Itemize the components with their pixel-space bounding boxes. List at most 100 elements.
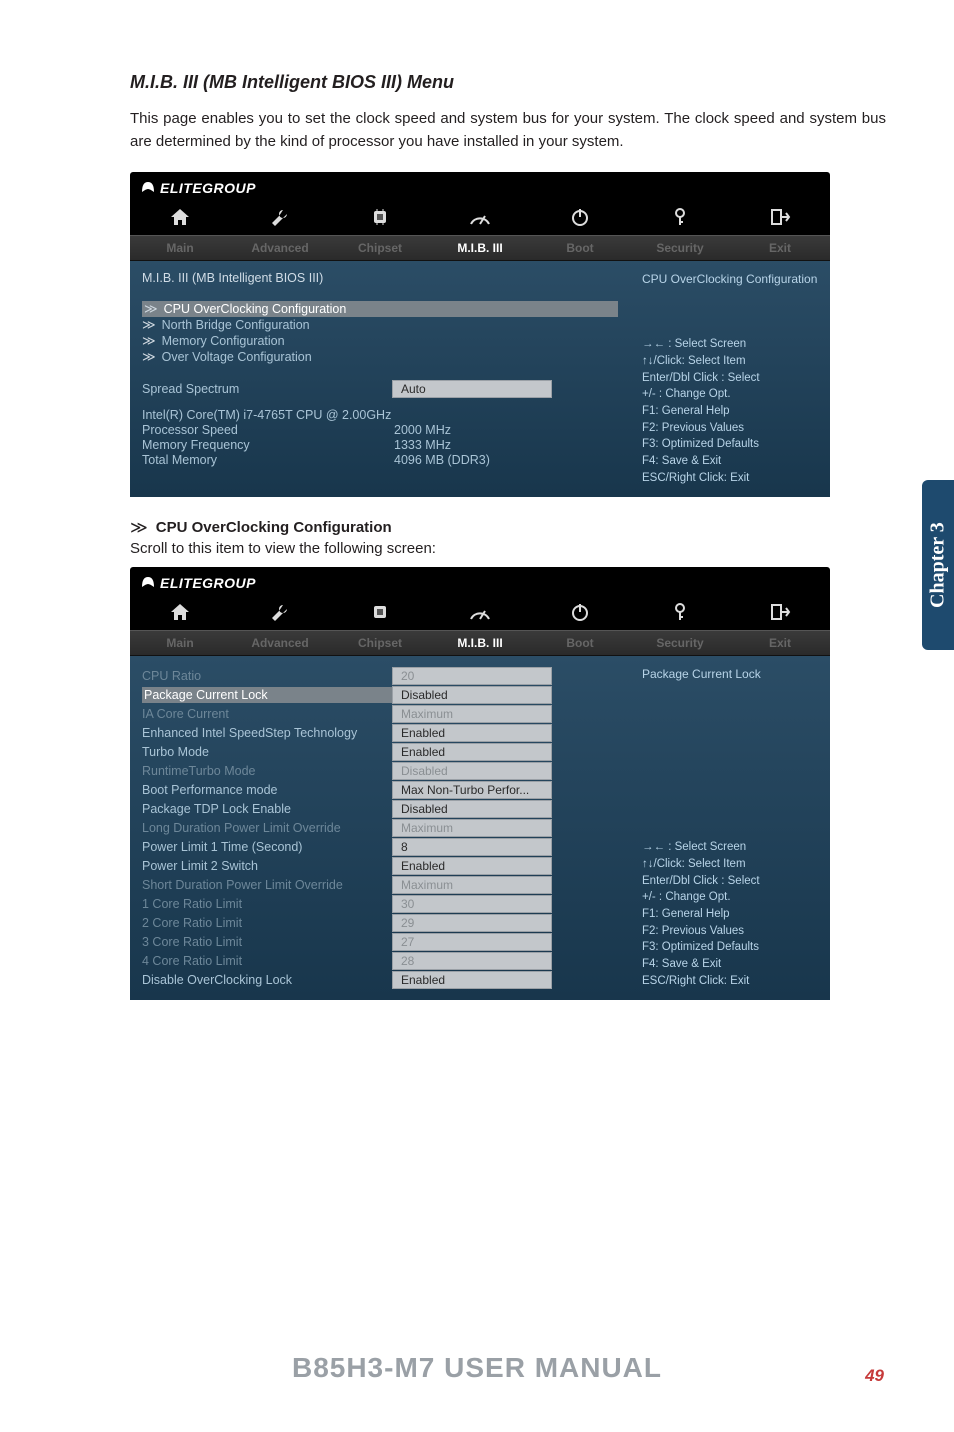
row-value[interactable]: Maximum bbox=[392, 819, 552, 837]
subsection-title: CPU OverClocking Configuration bbox=[156, 519, 392, 536]
tab-main[interactable]: Main bbox=[130, 631, 230, 655]
config-row[interactable]: Enhanced Intel SpeedStep TechnologyEnabl… bbox=[142, 724, 618, 742]
chevron-right-icon: ≫ bbox=[142, 350, 156, 363]
chevron-right-icon: ≫ bbox=[142, 334, 156, 347]
help-keys: →← : Select Screen ↑↓/Click: Select Item… bbox=[642, 839, 818, 989]
row-value[interactable]: Max Non-Turbo Perfor... bbox=[392, 781, 552, 799]
row-label: Disable OverClocking Lock bbox=[142, 973, 392, 987]
chevron-right-icon: ≫ bbox=[130, 519, 148, 536]
brand-text: ELITEGROUP bbox=[160, 575, 256, 591]
power-icon bbox=[570, 207, 590, 227]
menu-label: North Bridge Configuration bbox=[162, 318, 310, 332]
row-label: Total Memory bbox=[142, 453, 392, 467]
bios-tab-row: Main Advanced Chipset M.I.B. III Boot Se… bbox=[130, 630, 830, 656]
row-value[interactable]: Enabled bbox=[392, 743, 552, 761]
config-row[interactable]: 2 Core Ratio Limit29 bbox=[142, 914, 618, 932]
row-value[interactable]: Auto bbox=[392, 380, 552, 398]
config-row[interactable]: Boot Performance modeMax Non-Turbo Perfo… bbox=[142, 781, 618, 799]
help-keys: →← : Select Screen ↑↓/Click: Select Item… bbox=[642, 336, 818, 486]
chip-icon bbox=[369, 207, 391, 227]
config-row[interactable]: Disable OverClocking LockEnabled bbox=[142, 971, 618, 989]
subsection-desc: Scroll to this item to view the followin… bbox=[130, 540, 886, 557]
tab-exit[interactable]: Exit bbox=[730, 631, 830, 655]
row-value[interactable]: Disabled bbox=[392, 686, 552, 704]
key-icon bbox=[670, 207, 690, 227]
menu-label: Memory Configuration bbox=[162, 334, 285, 348]
tab-chipset[interactable]: Chipset bbox=[330, 631, 430, 655]
row-value[interactable]: Maximum bbox=[392, 705, 552, 723]
row-label: Enhanced Intel SpeedStep Technology bbox=[142, 726, 392, 740]
bios1-subhead: M.I.B. III (MB Intelligent BIOS III) bbox=[142, 271, 618, 285]
menu-cpu-overclocking[interactable]: ≫ CPU OverClocking Configuration bbox=[142, 301, 618, 317]
row-cpu-model: Intel(R) Core(TM) i7-4765T CPU @ 2.00GHz bbox=[142, 408, 618, 422]
menu-memory-config[interactable]: ≫ Memory Configuration bbox=[142, 333, 618, 349]
row-label: Long Duration Power Limit Override bbox=[142, 821, 392, 835]
tab-boot[interactable]: Boot bbox=[530, 236, 630, 260]
tab-advanced[interactable]: Advanced bbox=[230, 236, 330, 260]
config-row[interactable]: Package TDP Lock EnableDisabled bbox=[142, 800, 618, 818]
row-value[interactable]: Enabled bbox=[392, 857, 552, 875]
key-icon bbox=[670, 602, 690, 622]
row-value[interactable]: Disabled bbox=[392, 762, 552, 780]
row-value[interactable]: 8 bbox=[392, 838, 552, 856]
row-value[interactable]: 20 bbox=[392, 667, 552, 685]
config-row[interactable]: CPU Ratio20 bbox=[142, 667, 618, 685]
config-row[interactable]: Turbo ModeEnabled bbox=[142, 743, 618, 761]
config-row[interactable]: Package Current LockDisabled bbox=[142, 686, 618, 704]
footer-title: B85H3-M7 USER MANUAL bbox=[0, 1352, 954, 1384]
row-value[interactable]: 30 bbox=[392, 895, 552, 913]
row-value[interactable]: Enabled bbox=[392, 971, 552, 989]
tab-chipset[interactable]: Chipset bbox=[330, 236, 430, 260]
config-row[interactable]: 3 Core Ratio Limit27 bbox=[142, 933, 618, 951]
page-number: 49 bbox=[865, 1366, 884, 1386]
row-label: Power Limit 1 Time (Second) bbox=[142, 840, 392, 854]
row-processor-speed: Processor Speed 2000 MHz bbox=[142, 423, 618, 437]
tab-mib[interactable]: M.I.B. III bbox=[430, 236, 530, 260]
brand-logo-icon bbox=[140, 180, 156, 197]
tab-security[interactable]: Security bbox=[630, 236, 730, 260]
row-label: Spread Spectrum bbox=[142, 382, 392, 396]
brand-logo-icon bbox=[140, 575, 156, 592]
row-value[interactable]: 29 bbox=[392, 914, 552, 932]
tab-icon-row bbox=[130, 199, 830, 235]
row-value[interactable]: Enabled bbox=[392, 724, 552, 742]
config-row[interactable]: IA Core CurrentMaximum bbox=[142, 705, 618, 723]
help-description: CPU OverClocking Configuration bbox=[642, 271, 818, 288]
tab-exit[interactable]: Exit bbox=[730, 236, 830, 260]
row-memory-frequency: Memory Frequency 1333 MHz bbox=[142, 438, 618, 452]
row-value[interactable]: Maximum bbox=[392, 876, 552, 894]
tab-boot[interactable]: Boot bbox=[530, 631, 630, 655]
row-total-memory: Total Memory 4096 MB (DDR3) bbox=[142, 453, 618, 467]
config-row[interactable]: 1 Core Ratio Limit30 bbox=[142, 895, 618, 913]
chip-icon bbox=[369, 602, 391, 622]
tab-security[interactable]: Security bbox=[630, 631, 730, 655]
row-spread-spectrum[interactable]: Spread Spectrum Auto bbox=[142, 380, 618, 398]
row-label: Package Current Lock bbox=[142, 687, 392, 703]
config-row[interactable]: RuntimeTurbo ModeDisabled bbox=[142, 762, 618, 780]
config-row[interactable]: Long Duration Power Limit OverrideMaximu… bbox=[142, 819, 618, 837]
tab-main[interactable]: Main bbox=[130, 236, 230, 260]
home-icon bbox=[169, 207, 191, 227]
row-value: 2000 MHz bbox=[392, 423, 451, 437]
config-row[interactable]: 4 Core Ratio Limit28 bbox=[142, 952, 618, 970]
menu-over-voltage[interactable]: ≫ Over Voltage Configuration bbox=[142, 349, 618, 365]
menu-north-bridge[interactable]: ≫ North Bridge Configuration bbox=[142, 317, 618, 333]
chapter-side-tab: Chapter 3 bbox=[922, 480, 954, 650]
config-row[interactable]: Power Limit 1 Time (Second)8 bbox=[142, 838, 618, 856]
menu-label: CPU OverClocking Configuration bbox=[164, 302, 347, 316]
row-value[interactable]: Disabled bbox=[392, 800, 552, 818]
cpu-model-text: Intel(R) Core(TM) i7-4765T CPU @ 2.00GHz bbox=[142, 408, 391, 422]
chevron-right-icon: ≫ bbox=[142, 318, 156, 331]
row-value: 4096 MB (DDR3) bbox=[392, 453, 490, 467]
power-icon bbox=[570, 602, 590, 622]
row-label: 2 Core Ratio Limit bbox=[142, 916, 392, 930]
chevron-right-icon: ≫ bbox=[144, 302, 158, 315]
row-value[interactable]: 28 bbox=[392, 952, 552, 970]
tab-advanced[interactable]: Advanced bbox=[230, 631, 330, 655]
exit-icon bbox=[769, 207, 791, 227]
config-row[interactable]: Short Duration Power Limit OverrideMaxim… bbox=[142, 876, 618, 894]
row-value[interactable]: 27 bbox=[392, 933, 552, 951]
row-label: Boot Performance mode bbox=[142, 783, 392, 797]
config-row[interactable]: Power Limit 2 SwitchEnabled bbox=[142, 857, 618, 875]
tab-mib[interactable]: M.I.B. III bbox=[430, 631, 530, 655]
